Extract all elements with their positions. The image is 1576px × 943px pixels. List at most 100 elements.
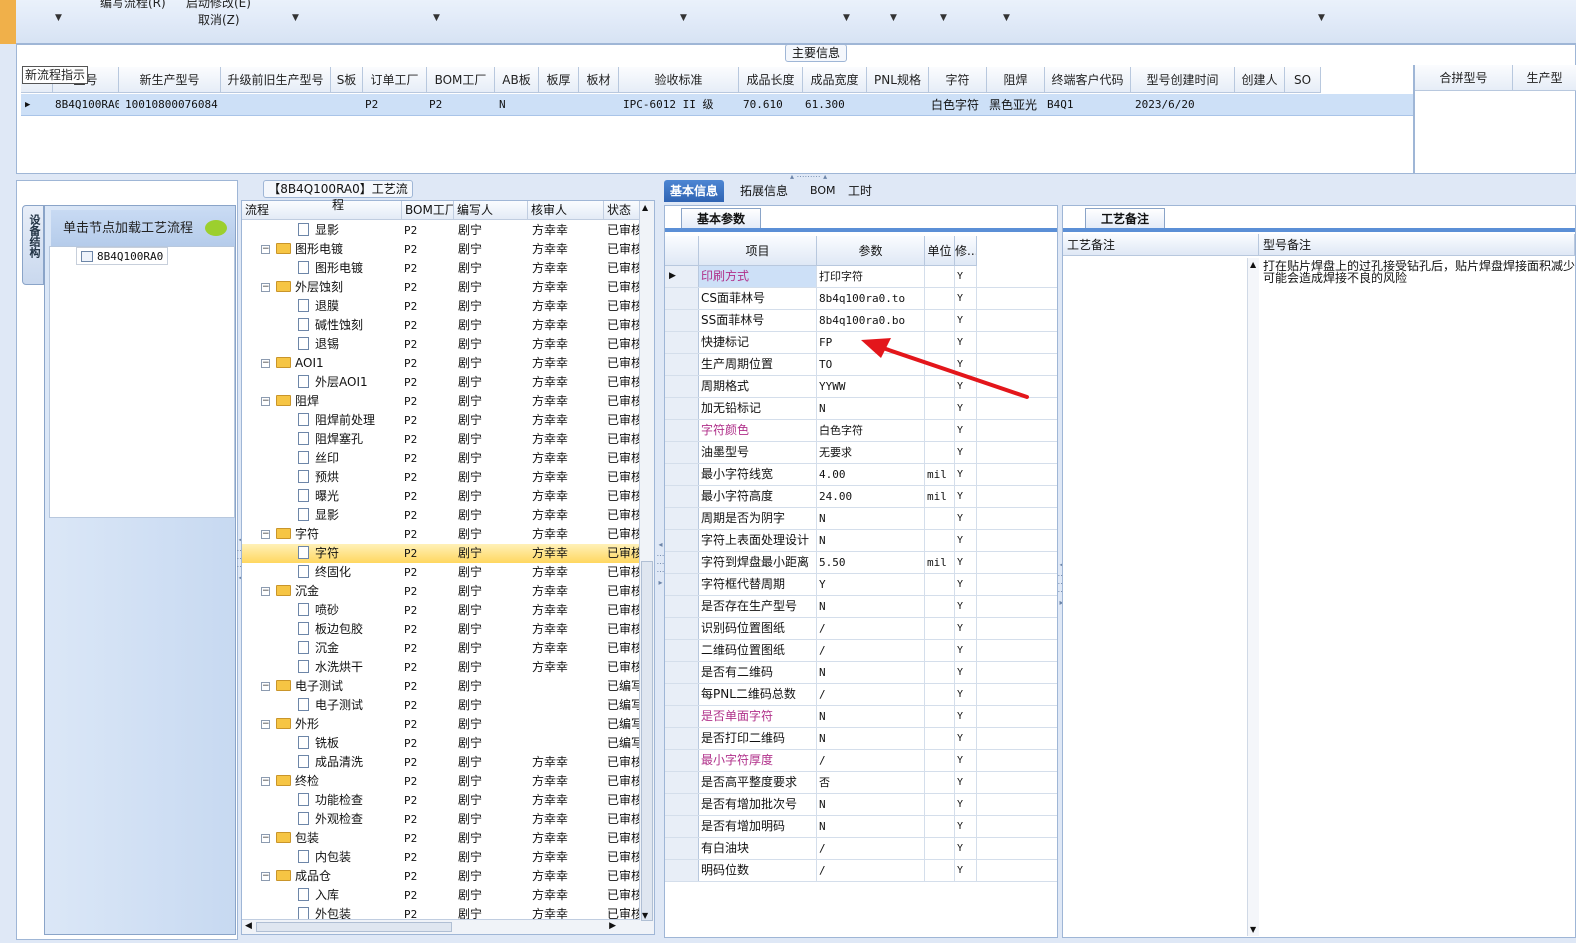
- row-selector[interactable]: [665, 332, 699, 353]
- scroll-up-icon[interactable]: ▲: [1250, 260, 1256, 269]
- col-s-board[interactable]: S板: [331, 67, 363, 93]
- row-selector[interactable]: [665, 750, 699, 771]
- row-selector[interactable]: [665, 794, 699, 815]
- col-created-time[interactable]: 型号创建时间: [1131, 67, 1235, 93]
- col-prod-model[interactable]: 生产型: [1513, 65, 1576, 91]
- row-selector[interactable]: [665, 398, 699, 419]
- process-tree-row[interactable]: 显影 P2 剧宁 方幸幸 已审核: [242, 506, 640, 525]
- param-value[interactable]: /: [817, 684, 925, 705]
- col-process-remark[interactable]: 工艺备注: [1063, 234, 1259, 256]
- col-thickness[interactable]: 板厚: [539, 67, 579, 93]
- cancel-menu[interactable]: 取消(Z): [198, 11, 240, 28]
- row-selector[interactable]: ▶: [665, 266, 699, 287]
- param-row[interactable]: 油墨型号 无要求 Y: [665, 442, 1057, 464]
- param-value[interactable]: 白色字符: [817, 420, 925, 441]
- collapse-toggle-icon[interactable]: −: [261, 359, 270, 368]
- col-model-remark[interactable]: 型号备注: [1259, 234, 1575, 256]
- row-selector[interactable]: [665, 838, 699, 859]
- process-tree-row[interactable]: 外层AOI1 P2 剧宁 方幸幸 已审核: [242, 373, 640, 392]
- param-value[interactable]: /: [817, 750, 925, 771]
- row-selector[interactable]: [665, 486, 699, 507]
- row-selector[interactable]: [665, 816, 699, 837]
- process-tree-row[interactable]: − 包装 P2 剧宁 方幸幸 已审核: [242, 829, 640, 848]
- row-selector[interactable]: [665, 684, 699, 705]
- chevron-down-icon[interactable]: ▼: [843, 13, 850, 23]
- process-tree-row[interactable]: 阻焊前处理 P2 剧宁 方幸幸 已审核: [242, 411, 640, 430]
- param-row[interactable]: 是否存在生产型号 N Y: [665, 596, 1057, 618]
- param-row[interactable]: ▶ 印刷方式 打印字符 Y: [665, 266, 1057, 288]
- param-value[interactable]: 否: [817, 772, 925, 793]
- param-row[interactable]: 是否打印二维码 N Y: [665, 728, 1057, 750]
- collapse-toggle-icon[interactable]: −: [261, 530, 270, 539]
- param-row[interactable]: 最小字符线宽 4.00 mil Y: [665, 464, 1057, 486]
- param-value[interactable]: /: [817, 838, 925, 859]
- col-pnl-spec[interactable]: PNL规格: [867, 67, 929, 93]
- collapse-toggle-icon[interactable]: −: [261, 587, 270, 596]
- col-character[interactable]: 字符: [929, 67, 987, 93]
- cell-standard[interactable]: IPC-6012 II 级: [621, 94, 739, 116]
- tab-process-remark[interactable]: 工艺备注: [1085, 208, 1165, 228]
- process-tree-row[interactable]: 水洗烘干 P2 剧宁 方幸幸 已审核: [242, 658, 640, 677]
- process-tree-row[interactable]: 图形电镀 P2 剧宁 方幸幸 已审核: [242, 259, 640, 278]
- row-selector[interactable]: [665, 354, 699, 375]
- process-tree-row[interactable]: 入库 P2 剧宁 方幸幸 已审核: [242, 886, 640, 905]
- row-selector[interactable]: [665, 596, 699, 617]
- param-value[interactable]: 5.50: [817, 552, 925, 573]
- param-value[interactable]: N: [817, 816, 925, 837]
- param-value[interactable]: 无要求: [817, 442, 925, 463]
- row-selector[interactable]: [665, 640, 699, 661]
- row-selector[interactable]: [665, 420, 699, 441]
- process-tree-row[interactable]: 电子测试 P2 剧宁 已编写: [242, 696, 640, 715]
- param-row[interactable]: 是否有增加明码 N Y: [665, 816, 1057, 838]
- param-value[interactable]: N: [817, 662, 925, 683]
- tree-node[interactable]: 8B4Q100RA0: [76, 247, 169, 265]
- chevron-down-icon[interactable]: ▼: [890, 13, 897, 23]
- col-acceptance-standard[interactable]: 验收标准: [619, 67, 739, 93]
- col-reviewer[interactable]: 核审人: [528, 201, 604, 220]
- row-selector[interactable]: [665, 772, 699, 793]
- param-value[interactable]: 8b4q100ra0.to: [817, 288, 925, 309]
- param-row[interactable]: 是否有二维码 N Y: [665, 662, 1057, 684]
- start-modify-menu[interactable]: 启动修改(E): [186, 0, 251, 11]
- process-tree-row[interactable]: 成品清洗 P2 剧宁 方幸幸 已审核: [242, 753, 640, 772]
- col-material[interactable]: 板材: [579, 67, 619, 93]
- cell-length[interactable]: 70.610: [741, 94, 801, 116]
- process-tree-row[interactable]: − 成品仓 P2 剧宁 方幸幸 已审核: [242, 867, 640, 886]
- col-new-prod-model[interactable]: 新生产型号: [119, 67, 221, 93]
- col-creator[interactable]: 创建人: [1235, 67, 1285, 93]
- process-tree-row[interactable]: − 字符 P2 剧宁 方幸幸 已审核: [242, 525, 640, 544]
- cell-width[interactable]: 61.300: [803, 94, 865, 116]
- chevron-down-icon[interactable]: ▼: [940, 13, 947, 23]
- process-tree-row[interactable]: − 终检 P2 剧宁 方幸幸 已审核: [242, 772, 640, 791]
- param-row[interactable]: 明码位数 / Y: [665, 860, 1057, 882]
- param-row[interactable]: 是否单面字符 N Y: [665, 706, 1057, 728]
- param-value[interactable]: /: [817, 640, 925, 661]
- process-tree-row[interactable]: 字符 P2 剧宁 方幸幸 已审核: [242, 544, 640, 563]
- param-row[interactable]: 识别码位置图纸 / Y: [665, 618, 1057, 640]
- cell-new-prod-model[interactable]: 10010800076084: [123, 94, 221, 116]
- process-tree-row[interactable]: 内包装 P2 剧宁 方幸幸 已审核: [242, 848, 640, 867]
- col-length[interactable]: 成品长度: [739, 67, 803, 93]
- col-so[interactable]: SO: [1285, 67, 1321, 93]
- collapse-toggle-icon[interactable]: −: [261, 397, 270, 406]
- param-value[interactable]: 24.00: [817, 486, 925, 507]
- process-tree-row[interactable]: 外观检查 P2 剧宁 方幸幸 已审核: [242, 810, 640, 829]
- cell-customer-code[interactable]: B4Q1: [1045, 94, 1131, 116]
- col-param[interactable]: 参数: [817, 236, 925, 266]
- col-writer[interactable]: 编写人: [454, 201, 528, 220]
- col-bom-factory[interactable]: BOM工厂: [427, 67, 495, 93]
- process-tree-row[interactable]: − 阻焊 P2 剧宁 方幸幸 已审核: [242, 392, 640, 411]
- param-row[interactable]: SS面菲林号 8b4q100ra0.bo Y: [665, 310, 1057, 332]
- row-selector[interactable]: [665, 442, 699, 463]
- scroll-left-icon[interactable]: ◀: [245, 921, 252, 931]
- tab-basic-params[interactable]: 基本参数: [681, 208, 761, 228]
- chevron-down-icon[interactable]: ▼: [1318, 13, 1325, 23]
- col-old-prod-model[interactable]: 升级前旧生产型号: [221, 67, 331, 93]
- param-value[interactable]: N: [817, 508, 925, 529]
- param-row[interactable]: 有白油块 / Y: [665, 838, 1057, 860]
- cell-bom-factory[interactable]: P2: [427, 94, 495, 116]
- row-selector[interactable]: [665, 728, 699, 749]
- row-selector[interactable]: [665, 860, 699, 881]
- process-tree-row[interactable]: 沉金 P2 剧宁 方幸幸 已审核: [242, 639, 640, 658]
- param-value[interactable]: N: [817, 728, 925, 749]
